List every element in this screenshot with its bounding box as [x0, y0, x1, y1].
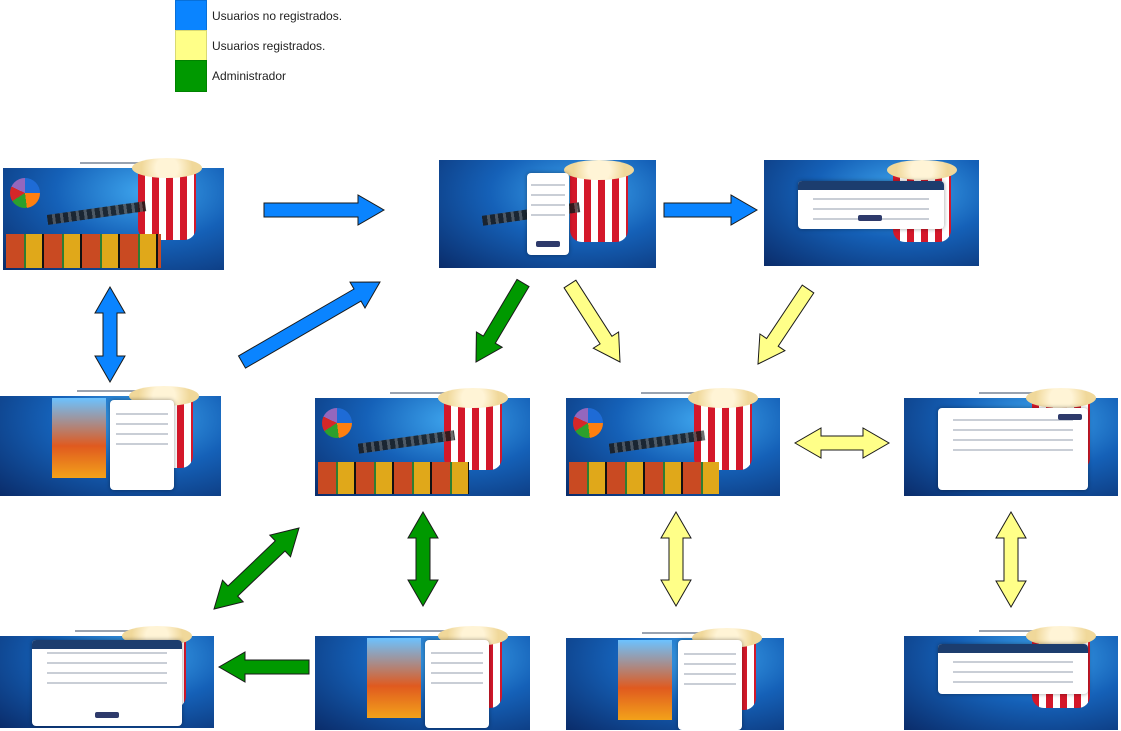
arrow-register-to-home-user	[757, 284, 815, 365]
arrow-home-to-login	[263, 194, 386, 226]
arrow-home-detail	[94, 285, 126, 384]
arrow-detail-to-form	[217, 651, 310, 683]
arrow-login-to-register	[663, 194, 759, 226]
arrow-home-admin-form	[213, 527, 300, 610]
arrow-login-to-home-admin	[475, 278, 530, 363]
flow-arrows	[94, 194, 1027, 683]
arrow-home-admin-detail	[407, 510, 439, 608]
arrow-profile-edit	[995, 510, 1027, 609]
arrow-detail-to-login	[237, 281, 381, 369]
arrow-home-user-profile	[793, 427, 891, 459]
arrow-home-user-detail	[660, 510, 692, 608]
arrow-login-to-home-user	[563, 279, 621, 363]
